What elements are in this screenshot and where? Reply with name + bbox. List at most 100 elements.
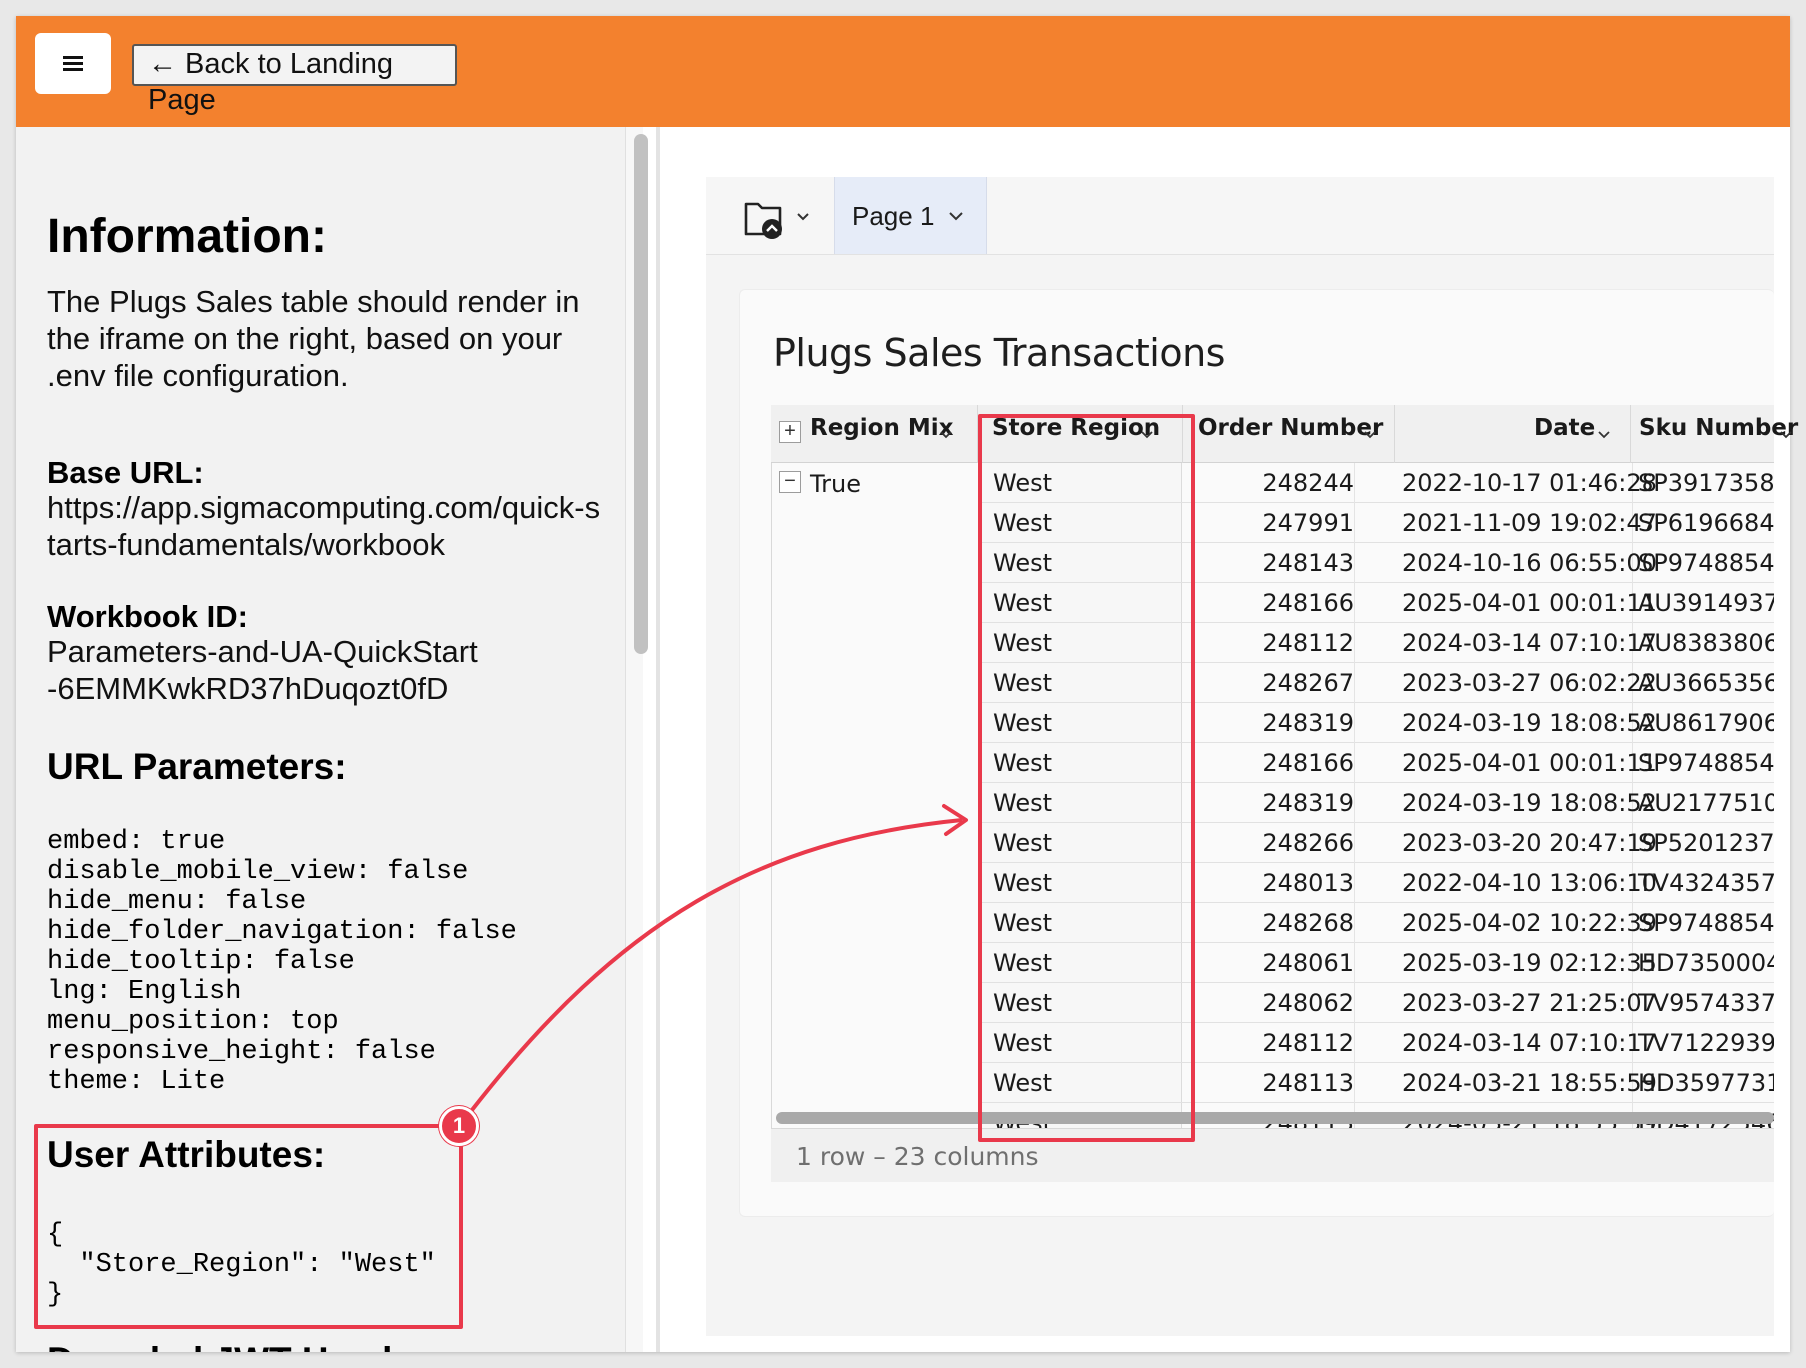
table-row[interactable]: West2482662023-03-20 20:47:19SP520123709 xyxy=(771,823,1774,863)
cell-sku-number[interactable]: HD359773133 xyxy=(1638,1069,1774,1097)
table-row[interactable]: West2482442022-10-17 01:46:28SP391735878 xyxy=(771,463,1774,503)
column-divider xyxy=(1354,863,1355,903)
annotation-badge: 1 xyxy=(439,1106,479,1146)
cell-sku-number[interactable]: AU838380657 xyxy=(1638,629,1774,657)
chevron-down-icon[interactable] xyxy=(1598,429,1610,441)
column-header-date[interactable]: Date xyxy=(1534,415,1595,441)
cell-sku-number[interactable]: TV432435736 xyxy=(1638,869,1774,897)
folder-menu-button[interactable] xyxy=(742,196,812,240)
cell-sku-number[interactable]: TV957433733 xyxy=(1638,989,1774,1017)
cell-date[interactable]: 2024-10-16 06:55:00 xyxy=(1402,549,1657,577)
cell-sku-number[interactable]: HD735000459 xyxy=(1638,949,1774,977)
cell-order-number[interactable]: 248112 xyxy=(1171,629,1354,657)
column-header-order-number[interactable]: Order Number xyxy=(1198,415,1383,441)
sidebar-scrollbar-thumb[interactable] xyxy=(634,134,648,654)
cell-sku-number[interactable]: SP974885461 xyxy=(1638,749,1774,777)
cell-order-number[interactable]: 248113 xyxy=(1171,1069,1354,1097)
column-header-sku-number[interactable]: Sku Number xyxy=(1639,415,1798,441)
app-header: ← Back to Landing Page xyxy=(16,16,1790,127)
chevron-down-icon[interactable] xyxy=(948,210,964,222)
workbook-id-value: Parameters-and-UA-QuickStart-6EMMKwkRD37… xyxy=(47,634,478,706)
cell-sku-number[interactable]: AU861790637 xyxy=(1638,709,1774,737)
table-row[interactable]: West2481662025-04-01 00:01:11AU391493742 xyxy=(771,583,1774,623)
table-row[interactable]: West2481122024-03-14 07:10:17AU838380657 xyxy=(771,623,1774,663)
base-url-value: https://app.sigmacomputing.com/quick-sta… xyxy=(47,490,601,562)
cell-date[interactable]: 2024-03-14 07:10:17 xyxy=(1402,1029,1657,1057)
table-title: Plugs Sales Transactions xyxy=(773,331,1225,375)
cell-sku-number[interactable]: AU217751024 xyxy=(1638,789,1774,817)
table-row[interactable]: West2482682025-04-02 10:22:39SP974885461 xyxy=(771,903,1774,943)
column-divider xyxy=(1630,405,1631,463)
chevron-down-icon[interactable] xyxy=(940,429,952,441)
table-row[interactable]: West2483192024-03-19 18:08:52AU861790637 xyxy=(771,703,1774,743)
cell-order-number[interactable]: 248143 xyxy=(1171,549,1354,577)
cell-order-number[interactable]: 247991 xyxy=(1171,509,1354,537)
cell-order-number[interactable]: 248013 xyxy=(1171,869,1354,897)
cell-order-number[interactable]: 248319 xyxy=(1171,709,1354,737)
cell-order-number[interactable]: 248166 xyxy=(1171,749,1354,777)
cell-sku-number[interactable]: AU366535668 xyxy=(1638,669,1774,697)
hamburger-icon xyxy=(63,56,83,71)
cell-date[interactable]: 2025-04-01 00:01:11 xyxy=(1402,749,1657,777)
table-horizontal-scrollbar[interactable] xyxy=(776,1112,1774,1124)
column-divider xyxy=(1354,503,1355,543)
cell-sku-number[interactable]: AU391493742 xyxy=(1638,589,1774,617)
cell-order-number[interactable]: 248268 xyxy=(1171,909,1354,937)
table-row[interactable]: West2483192024-03-19 18:08:52AU217751024 xyxy=(771,783,1774,823)
column-divider xyxy=(1354,903,1355,943)
table-row[interactable]: West2482672023-03-27 06:02:22AU366535668 xyxy=(771,663,1774,703)
cell-date[interactable]: 2024-03-21 18:55:59 xyxy=(1402,1069,1657,1097)
table-row[interactable]: West2480612025-03-19 02:12:35HD735000459 xyxy=(771,943,1774,983)
cell-date[interactable]: 2022-10-17 01:46:28 xyxy=(1402,469,1657,497)
cell-date[interactable]: 2024-03-19 18:08:52 xyxy=(1402,789,1657,817)
cell-sku-number[interactable]: SP520123709 xyxy=(1638,829,1774,857)
chevron-down-icon[interactable] xyxy=(1364,429,1376,441)
cell-date[interactable]: 2024-03-19 18:08:52 xyxy=(1402,709,1657,737)
column-divider xyxy=(1354,1023,1355,1063)
cell-date[interactable]: 2025-04-02 10:22:39 xyxy=(1402,909,1657,937)
cell-date[interactable]: 2023-03-27 21:25:07 xyxy=(1402,989,1657,1017)
cell-date[interactable]: 2025-04-01 00:01:11 xyxy=(1402,589,1657,617)
column-divider xyxy=(1394,405,1395,463)
table-row[interactable]: West2480622023-03-27 21:25:07TV957433733 xyxy=(771,983,1774,1023)
cell-date[interactable]: 2024-03-14 07:10:17 xyxy=(1402,629,1657,657)
info-text: The Plugs Sales table should render in t… xyxy=(47,284,580,393)
cell-order-number[interactable]: 248319 xyxy=(1171,789,1354,817)
cell-order-number[interactable]: 248266 xyxy=(1171,829,1354,857)
cell-order-number[interactable]: 248061 xyxy=(1171,949,1354,977)
column-divider xyxy=(1354,623,1355,663)
cell-order-number[interactable]: 248267 xyxy=(1171,669,1354,697)
cell-date[interactable]: 2023-03-20 20:47:19 xyxy=(1402,829,1657,857)
table-row[interactable]: West2481662025-04-01 00:01:11SP974885461 xyxy=(771,743,1774,783)
expand-icon[interactable]: + xyxy=(779,421,801,443)
cell-sku-number[interactable]: SP619668439 xyxy=(1638,509,1774,537)
cell-date[interactable]: 2025-03-19 02:12:35 xyxy=(1402,949,1657,977)
cell-order-number[interactable]: 248062 xyxy=(1171,989,1354,1017)
cell-sku-number[interactable]: SP391735878 xyxy=(1638,469,1774,497)
column-divider xyxy=(1354,983,1355,1023)
store-region-highlight xyxy=(978,414,1195,1142)
chevron-down-icon[interactable] xyxy=(1780,429,1792,441)
menu-button[interactable] xyxy=(35,33,111,94)
table-row[interactable]: West2479912021-11-09 19:02:47SP619668439 xyxy=(771,503,1774,543)
back-to-landing-button[interactable]: ← Back to Landing Page xyxy=(132,44,457,116)
cell-sku-number[interactable]: TV712293990 xyxy=(1638,1029,1774,1057)
cell-sku-number[interactable]: SP974885461 xyxy=(1638,549,1774,577)
cell-sku-number[interactable]: SP974885461 xyxy=(1638,909,1774,937)
table-row[interactable]: West2481122024-03-14 07:10:17TV712293990 xyxy=(771,1023,1774,1063)
column-divider xyxy=(1354,583,1355,623)
table-row[interactable]: West2481132024-03-21 18:55:59HD359773133 xyxy=(771,1063,1774,1103)
cell-date[interactable]: 2022-04-10 13:06:10 xyxy=(1402,869,1657,897)
column-divider xyxy=(1354,543,1355,583)
table-row[interactable]: West2481432024-10-16 06:55:00SP974885461 xyxy=(771,543,1774,583)
cell-order-number[interactable]: 248112 xyxy=(1171,1029,1354,1057)
cell-order-number[interactable]: 248166 xyxy=(1171,589,1354,617)
user-attributes-highlight xyxy=(34,1124,463,1329)
table-row[interactable]: West2480132022-04-10 13:06:10TV432435736 xyxy=(771,863,1774,903)
cell-date[interactable]: 2023-03-27 06:02:22 xyxy=(1402,669,1657,697)
url-params-code: embed: true disable_mobile_view: false h… xyxy=(47,827,517,1097)
column-divider xyxy=(1354,823,1355,863)
column-header-region-mix[interactable]: Region Mix xyxy=(810,415,953,441)
cell-order-number[interactable]: 248244 xyxy=(1171,469,1354,497)
cell-date[interactable]: 2021-11-09 19:02:47 xyxy=(1402,509,1657,537)
